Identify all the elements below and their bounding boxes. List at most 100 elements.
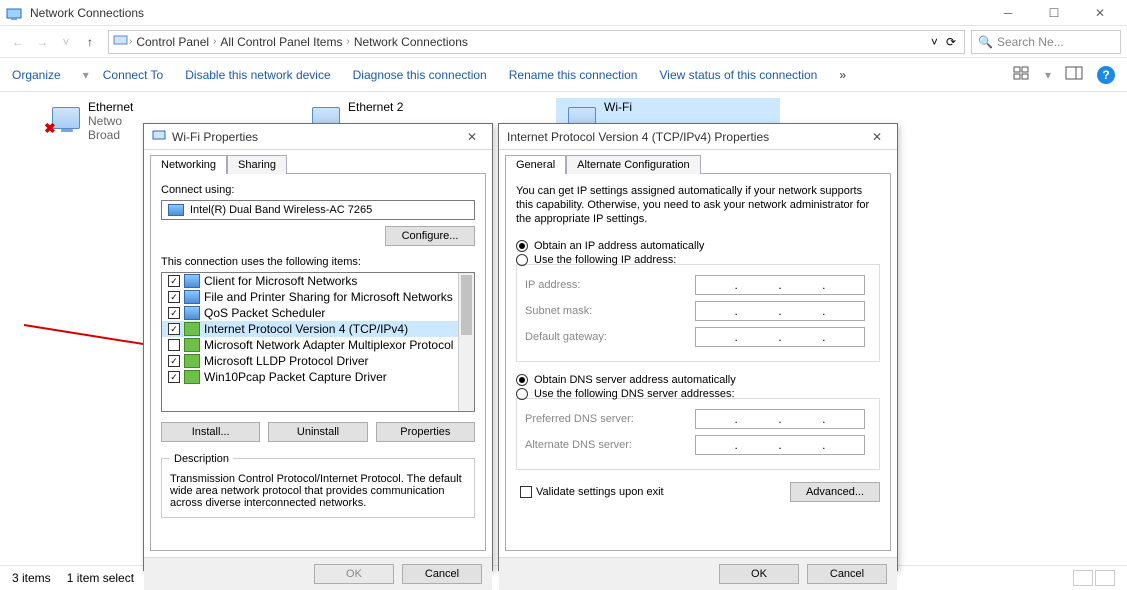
mask-label: Subnet mask: bbox=[525, 305, 695, 317]
status-item-count: 3 items bbox=[12, 571, 51, 585]
annotation-arrow bbox=[24, 325, 162, 347]
icons-view-button[interactable] bbox=[1095, 570, 1115, 586]
preferred-dns-input: ... bbox=[695, 409, 865, 429]
radio-label: Use the following IP address: bbox=[534, 254, 676, 266]
component-row[interactable]: ✓Win10Pcap Packet Capture Driver bbox=[162, 369, 474, 385]
details-view-button[interactable] bbox=[1073, 570, 1093, 586]
checkbox[interactable] bbox=[168, 339, 180, 351]
tab-general[interactable]: General bbox=[505, 155, 566, 174]
adapter-name: Wi-Fi bbox=[604, 100, 632, 114]
cmd-rename[interactable]: Rename this connection bbox=[509, 68, 638, 82]
breadcrumb[interactable]: Control Panel bbox=[132, 35, 213, 49]
checkbox[interactable]: ✓ bbox=[168, 307, 180, 319]
protocol-icon bbox=[184, 338, 200, 352]
window-close-button[interactable]: ✕ bbox=[1077, 0, 1123, 26]
component-name: QoS Packet Scheduler bbox=[204, 306, 325, 320]
window-minimize-button[interactable]: ─ bbox=[985, 0, 1031, 26]
alternate-dns-label: Alternate DNS server: bbox=[525, 439, 695, 451]
component-name: File and Printer Sharing for Microsoft N… bbox=[204, 290, 453, 304]
radio-icon bbox=[516, 388, 528, 400]
dropdown-icon[interactable]: ▾ bbox=[83, 68, 89, 82]
protocol-icon bbox=[184, 322, 200, 336]
description-text: Transmission Control Protocol/Internet P… bbox=[170, 473, 466, 509]
component-row[interactable]: ✓ QoS Packet Scheduler bbox=[162, 305, 474, 321]
radio-icon bbox=[516, 240, 528, 252]
tab-sharing[interactable]: Sharing bbox=[227, 155, 287, 174]
alternate-dns-input: ... bbox=[695, 435, 865, 455]
checkbox[interactable]: ✓ bbox=[168, 275, 180, 287]
dialog-title: Wi-Fi Properties bbox=[172, 130, 258, 144]
command-bar: Organize ▾ Connect To Disable this netwo… bbox=[0, 58, 1127, 92]
checkbox[interactable]: ✓ bbox=[168, 355, 180, 367]
nav-dropdown-button[interactable]: ˅ bbox=[54, 30, 78, 54]
tab-networking[interactable]: Networking bbox=[150, 155, 227, 174]
checkbox[interactable]: ✓ bbox=[168, 323, 180, 335]
ok-button[interactable]: OK bbox=[314, 564, 394, 584]
cancel-button[interactable]: Cancel bbox=[807, 564, 887, 584]
view-icon-button[interactable] bbox=[1013, 66, 1031, 83]
dialog-close-button[interactable]: ✕ bbox=[460, 130, 484, 144]
advanced-button[interactable]: Advanced... bbox=[790, 482, 880, 502]
checkbox[interactable]: ✓ bbox=[168, 291, 180, 303]
ip-input: ... bbox=[695, 275, 865, 295]
window-maximize-button[interactable]: ☐ bbox=[1031, 0, 1077, 26]
components-listbox[interactable]: ✓Client for Microsoft Networks✓File and … bbox=[161, 272, 475, 412]
uninstall-button[interactable]: Uninstall bbox=[268, 422, 367, 442]
component-row[interactable]: ✓ Internet Protocol Version 4 (TCP/IPv4) bbox=[162, 321, 474, 337]
client-icon bbox=[184, 306, 200, 320]
status-selection: 1 item select bbox=[67, 571, 134, 585]
gateway-input: ... bbox=[695, 327, 865, 347]
component-row[interactable]: ✓ File and Printer Sharing for Microsoft … bbox=[162, 289, 474, 305]
component-row[interactable]: Microsoft Network Adapter Multiplexor Pr… bbox=[162, 337, 474, 353]
help-icon[interactable]: ? bbox=[1097, 66, 1115, 84]
radio-auto-ip[interactable]: Obtain an IP address automatically bbox=[516, 240, 880, 252]
nav-up-button[interactable]: ↑ bbox=[78, 30, 102, 54]
adapter-name-text: Intel(R) Dual Band Wireless-AC 7265 bbox=[190, 204, 372, 216]
component-name: Internet Protocol Version 4 (TCP/IPv4) bbox=[204, 322, 408, 336]
checkbox[interactable]: ✓ bbox=[168, 371, 180, 383]
properties-button[interactable]: Properties bbox=[376, 422, 475, 442]
component-row[interactable]: ✓Microsoft LLDP Protocol Driver bbox=[162, 353, 474, 369]
dialog-title: Internet Protocol Version 4 (TCP/IPv4) P… bbox=[507, 130, 769, 144]
control-panel-icon bbox=[4, 5, 24, 21]
breadcrumb[interactable]: Network Connections bbox=[350, 35, 472, 49]
configure-button[interactable]: Configure... bbox=[385, 226, 475, 246]
dialog-icon bbox=[152, 129, 166, 144]
component-row[interactable]: ✓Client for Microsoft Networks bbox=[162, 273, 474, 289]
adapter-status: Netwo bbox=[88, 114, 133, 128]
error-x-icon: ✖ bbox=[44, 120, 56, 137]
cmd-organize[interactable]: Organize bbox=[12, 68, 61, 82]
nav-forward-button[interactable]: → bbox=[30, 30, 54, 54]
breadcrumb[interactable]: All Control Panel Items bbox=[216, 35, 346, 49]
scrollbar[interactable] bbox=[458, 273, 474, 411]
tab-alternate-config[interactable]: Alternate Configuration bbox=[566, 155, 701, 174]
address-refresh-icon[interactable]: ⟳ bbox=[942, 35, 960, 49]
cancel-button[interactable]: Cancel bbox=[402, 564, 482, 584]
radio-label: Obtain DNS server address automatically bbox=[534, 374, 736, 386]
ip-label: IP address: bbox=[525, 279, 695, 291]
cmd-diagnose[interactable]: Diagnose this connection bbox=[353, 68, 487, 82]
search-icon: 🔍 bbox=[978, 35, 993, 49]
validate-checkbox[interactable] bbox=[520, 486, 532, 498]
radio-auto-dns[interactable]: Obtain DNS server address automatically bbox=[516, 374, 880, 386]
dialog-close-button[interactable]: ✕ bbox=[865, 130, 889, 144]
preview-pane-button[interactable] bbox=[1065, 66, 1083, 83]
address-dropdown-icon[interactable]: ˅ bbox=[927, 35, 942, 49]
component-name: Microsoft Network Adapter Multiplexor Pr… bbox=[204, 338, 453, 352]
cmd-overflow[interactable]: » bbox=[839, 68, 846, 82]
search-placeholder: Search Ne... bbox=[997, 35, 1064, 49]
install-button[interactable]: Install... bbox=[161, 422, 260, 442]
client-icon bbox=[184, 290, 200, 304]
nav-back-button[interactable]: ← bbox=[6, 30, 30, 54]
search-input[interactable]: 🔍 Search Ne... bbox=[971, 30, 1121, 54]
ok-button[interactable]: OK bbox=[719, 564, 799, 584]
address-bar[interactable]: › Control Panel › All Control Panel Item… bbox=[108, 30, 965, 54]
scrollbar-thumb[interactable] bbox=[461, 275, 472, 335]
radio-label: Use the following DNS server addresses: bbox=[534, 388, 735, 400]
cmd-disable[interactable]: Disable this network device bbox=[185, 68, 330, 82]
radio-icon bbox=[516, 254, 528, 266]
protocol-icon bbox=[184, 354, 200, 368]
cmd-connect-to[interactable]: Connect To bbox=[103, 68, 164, 82]
description-heading: Description bbox=[170, 453, 233, 465]
cmd-view-status[interactable]: View status of this connection bbox=[659, 68, 817, 82]
